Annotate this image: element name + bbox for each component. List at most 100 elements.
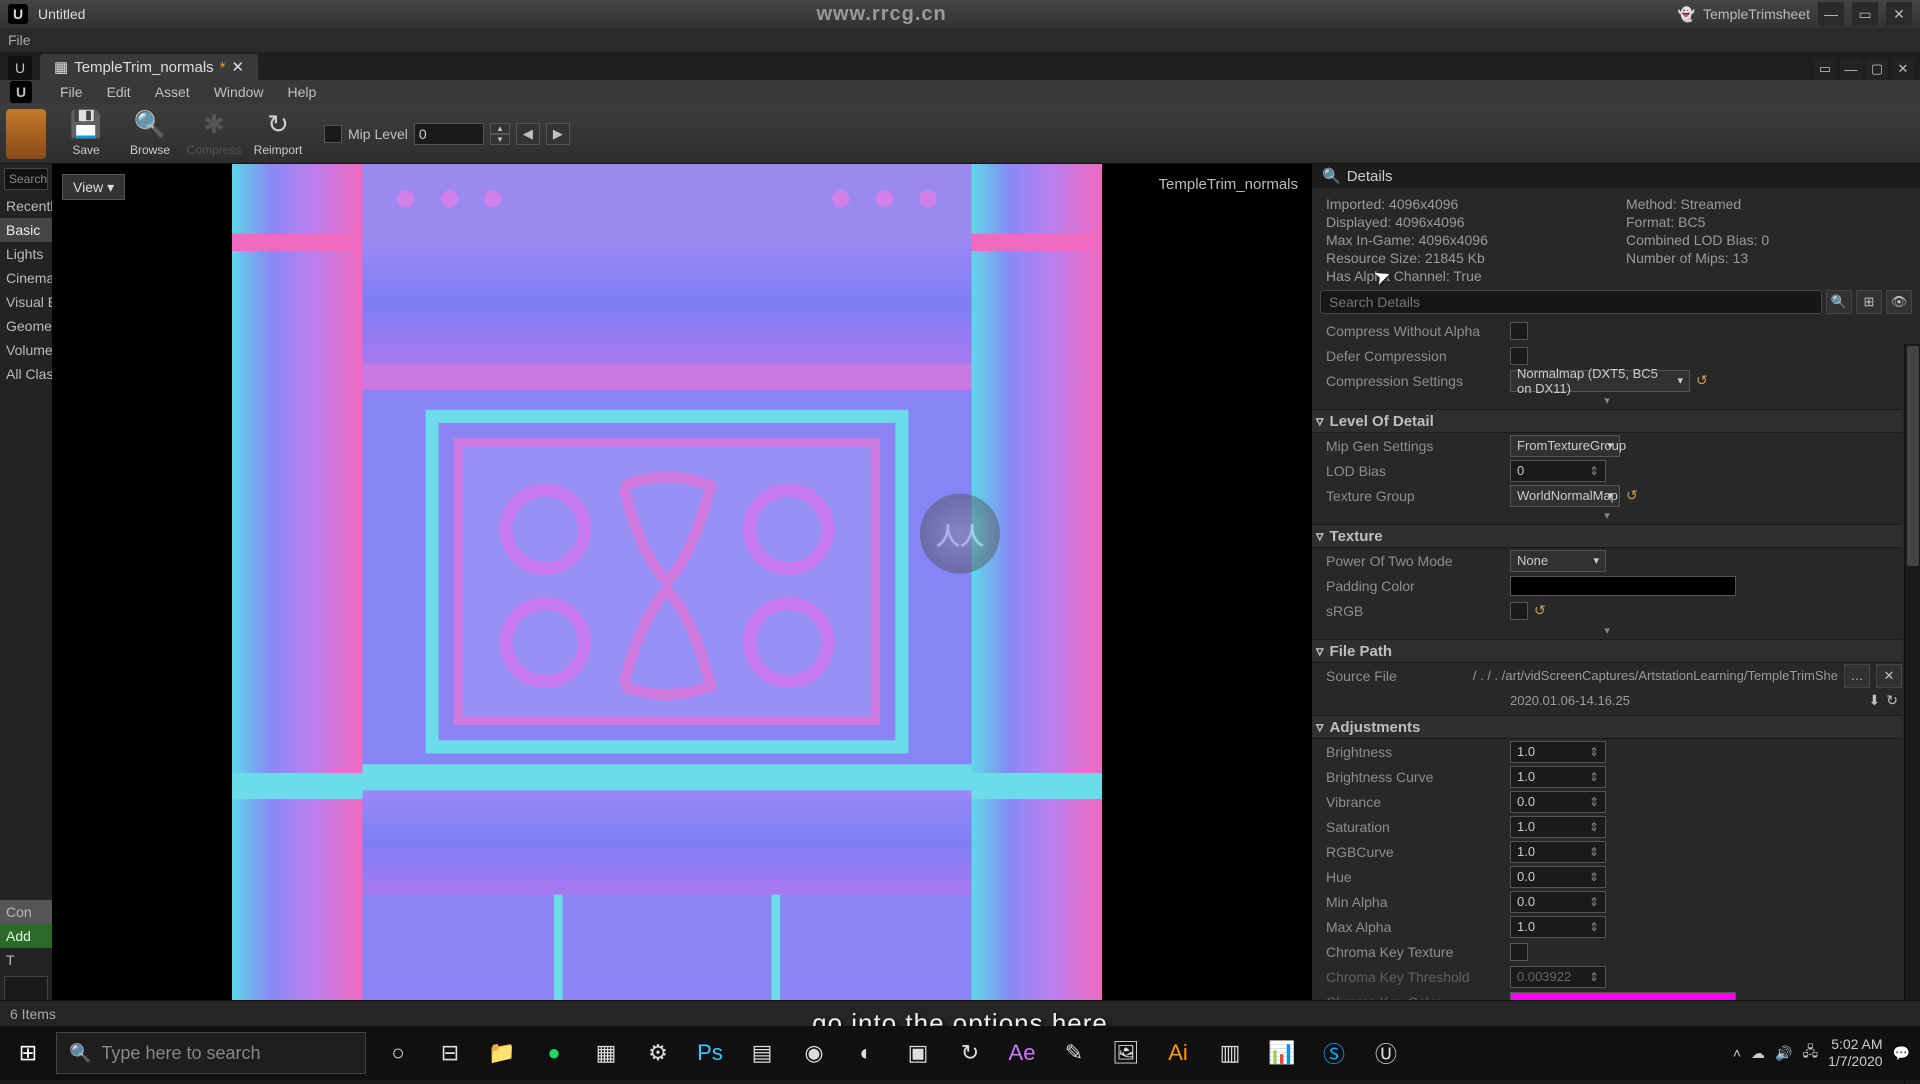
ps-icon[interactable]: Ps — [686, 1029, 734, 1077]
menu-file-inner[interactable]: File — [60, 84, 83, 100]
close-button[interactable]: ✕ — [1886, 2, 1912, 26]
app2-icon[interactable]: ▤ — [738, 1029, 786, 1077]
tray-vol-icon[interactable]: 🔊 — [1775, 1045, 1792, 1062]
compress-button[interactable]: ✱Compress — [184, 105, 244, 163]
miplevel-input[interactable] — [414, 123, 484, 145]
cat-allclass[interactable]: All Clas — [0, 362, 52, 386]
taskview-icon[interactable]: ⊟ — [426, 1029, 474, 1077]
dd-texgroup[interactable]: WorldNormalMap — [1510, 485, 1620, 507]
cat-volumes[interactable]: Volumes — [0, 338, 52, 362]
app7-icon[interactable]: 📊 — [1258, 1029, 1306, 1077]
skype-icon[interactable]: Ⓢ — [1310, 1029, 1358, 1077]
num-rgbcurve[interactable]: 1.0 — [1510, 841, 1606, 863]
spotify-icon[interactable]: ● — [530, 1029, 578, 1077]
section-texture[interactable]: ▿Texture — [1312, 524, 1902, 548]
app6-icon[interactable]: ▥ — [1206, 1029, 1254, 1077]
tab-close-icon[interactable]: ✕ — [232, 58, 245, 76]
minimize-inner-button[interactable]: — — [1840, 58, 1862, 80]
chip-t[interactable]: T — [0, 948, 52, 972]
cat-geom[interactable]: Geomet — [0, 314, 52, 338]
taskbar-search[interactable]: 🔍Type here to search — [56, 1032, 366, 1074]
mip-prev[interactable]: ◀ — [516, 123, 540, 145]
num-saturation[interactable]: 1.0 — [1510, 816, 1606, 838]
close-inner-button[interactable]: ✕ — [1892, 58, 1914, 80]
cat-recent[interactable]: Recently — [0, 194, 52, 218]
cat-lights[interactable]: Lights — [0, 242, 52, 266]
menu-edit[interactable]: Edit — [107, 84, 131, 100]
menu-asset[interactable]: Asset — [155, 84, 190, 100]
chk-srgb[interactable] — [1510, 602, 1528, 620]
dock-button[interactable]: ▭ — [1814, 58, 1836, 80]
miplevel-checkbox[interactable] — [324, 125, 342, 143]
menu-file[interactable]: File — [8, 32, 31, 48]
explorer-icon[interactable]: 📁 — [478, 1029, 526, 1077]
chk-chroma[interactable] — [1510, 943, 1528, 961]
src-clear[interactable]: ✕ — [1876, 664, 1902, 688]
tray-cloud-icon[interactable]: ☁ — [1751, 1045, 1765, 1062]
chip-con[interactable]: Con — [0, 900, 52, 924]
cat-visual[interactable]: Visual E — [0, 290, 52, 314]
color-padding[interactable] — [1510, 576, 1736, 596]
num-minalpha[interactable]: 0.0 — [1510, 891, 1606, 913]
save-button[interactable]: 💾Save — [56, 105, 116, 163]
tray-chevron-icon[interactable]: ˄ — [1733, 1045, 1741, 1061]
section-filepath[interactable]: ▿File Path — [1312, 639, 1902, 663]
mip-down[interactable]: ▼ — [490, 134, 510, 145]
search-btn-icon[interactable]: 🔍 — [1826, 290, 1852, 314]
app4-icon[interactable]: ▣ — [894, 1029, 942, 1077]
section-lod[interactable]: ▿Level Of Detail — [1312, 409, 1902, 433]
photos-icon[interactable]: 🖼 — [1102, 1029, 1150, 1077]
view-dropdown[interactable]: View▾ — [62, 174, 125, 200]
num-lodbias[interactable]: 0 — [1510, 460, 1606, 482]
dd-pot[interactable]: None — [1510, 550, 1606, 572]
num-brightness[interactable]: 1.0 — [1510, 741, 1606, 763]
chip-add[interactable]: Add — [0, 924, 52, 948]
details-search[interactable] — [1320, 290, 1822, 314]
max-inner-button[interactable]: ▢ — [1866, 58, 1888, 80]
placement-search[interactable]: Search — [4, 168, 48, 190]
ghost-icon[interactable]: 👻 — [1678, 6, 1695, 23]
ue4-icon[interactable]: Ⓤ — [1362, 1029, 1410, 1077]
reset-texgroup[interactable]: ↺ — [1626, 487, 1638, 504]
start-button[interactable]: ⊞ — [0, 1026, 56, 1080]
num-vibrance[interactable]: 0.0 — [1510, 791, 1606, 813]
edge-icon[interactable]: ↻ — [946, 1029, 994, 1077]
chk-cwa[interactable] — [1510, 322, 1528, 340]
tab-texture-editor[interactable]: ▦ TempleTrim_normals * ✕ — [40, 54, 258, 80]
ai-icon[interactable]: Ai — [1154, 1029, 1202, 1077]
texture-viewport[interactable]: View▾ TempleTrim_normals — [52, 164, 1312, 1078]
maximize-button[interactable]: ▭ — [1852, 2, 1878, 26]
chrome-icon[interactable]: ◉ — [790, 1029, 838, 1077]
details-tab[interactable]: Details — [1347, 168, 1393, 185]
expand-texture[interactable]: ▾ — [1312, 623, 1902, 637]
ae-icon[interactable]: Ae — [998, 1029, 1046, 1077]
browse-button[interactable]: 🔍Browse — [120, 105, 180, 163]
num-maxalpha[interactable]: 1.0 — [1510, 916, 1606, 938]
src-reload-icon[interactable]: ↻ — [1886, 692, 1898, 709]
reimport-button[interactable]: ↻Reimport — [248, 105, 308, 163]
dd-csettings[interactable]: Normalmap (DXT5, BC5 on DX11) — [1510, 370, 1690, 392]
menu-window[interactable]: Window — [214, 84, 264, 100]
section-adjust[interactable]: ▿Adjustments — [1312, 715, 1902, 739]
expand-lod[interactable]: ▾ — [1312, 508, 1902, 522]
app1-icon[interactable]: ▦ — [582, 1029, 630, 1077]
reset-csettings[interactable]: ↺ — [1696, 372, 1708, 389]
cortana-icon[interactable]: ○ — [374, 1029, 422, 1077]
num-brightcurve[interactable]: 1.0 — [1510, 766, 1606, 788]
chk-defer[interactable] — [1510, 347, 1528, 365]
app5-icon[interactable]: ✎ — [1050, 1029, 1098, 1077]
src-browse[interactable]: … — [1844, 664, 1870, 688]
app3-icon[interactable]: ◐ — [842, 1029, 890, 1077]
mip-next[interactable]: ▶ — [546, 123, 570, 145]
reset-srgb[interactable]: ↺ — [1534, 602, 1546, 619]
eye-icon[interactable]: 👁 — [1886, 290, 1912, 314]
src-dl-icon[interactable]: ⬇ — [1869, 692, 1881, 709]
minimize-button[interactable]: — — [1818, 2, 1844, 26]
mip-up[interactable]: ▲ — [490, 123, 510, 134]
tray-notif-icon[interactable]: 💬 — [1893, 1045, 1910, 1062]
taskbar-clock[interactable]: 5:02 AM1/7/2020 — [1828, 1036, 1883, 1070]
num-hue[interactable]: 0.0 — [1510, 866, 1606, 888]
tray-net-icon[interactable]: 🖧 — [1802, 1041, 1818, 1065]
steam-icon[interactable]: ⚙ — [634, 1029, 682, 1077]
matrix-icon[interactable]: ⊞ — [1856, 290, 1882, 314]
